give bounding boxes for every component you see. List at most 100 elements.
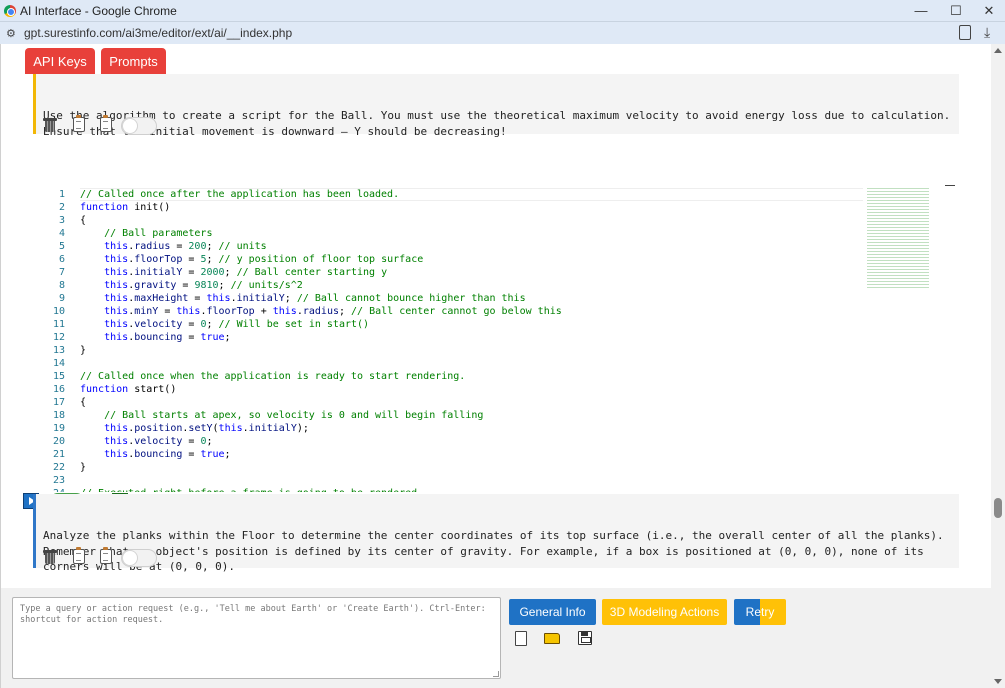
page-scrollbar[interactable] (991, 44, 1005, 688)
line-content[interactable]: this.radius = 200; // units (80, 240, 267, 253)
line-content[interactable]: // Ball parameters (80, 227, 212, 240)
close-button[interactable]: ✕ (972, 0, 1005, 22)
line-number: 18 (52, 410, 65, 421)
line-content[interactable]: { (80, 396, 86, 409)
prompt-text: Analyze the planks within the Floor to d… (43, 529, 944, 573)
line-number: 5 (58, 241, 65, 252)
message-toggle[interactable] (121, 549, 157, 567)
prompt-message: Analyze the planks within the Floor to d… (33, 494, 959, 573)
line-content[interactable]: { (80, 214, 86, 227)
scrollbar-thumb[interactable] (994, 498, 1002, 518)
code-lines[interactable]: 1 // Called once after the application ha… (33, 185, 863, 492)
line-content[interactable]: this.minY = this.floorTop + this.radius;… (80, 305, 562, 318)
code-minimap[interactable] (867, 188, 929, 288)
line-number: 1 (58, 189, 65, 200)
line-content[interactable]: this.velocity = 0; // Will be set in sta… (80, 318, 369, 331)
url-text[interactable]: gpt.surestinfo.com/ai3me/editor/ext/ai/_… (24, 26, 292, 40)
maximize-button[interactable]: ☐ (939, 0, 973, 22)
line-number: 15 (52, 371, 65, 382)
code-line[interactable]: 11 this.velocity = 0; // Will be set in … (33, 318, 863, 331)
conversation-area: Use the algorithm to create a script for… (13, 74, 980, 599)
code-line[interactable]: 7 this.initialY = 2000; // Ball center s… (33, 266, 863, 279)
line-content[interactable]: this.bouncing = true; (80, 331, 230, 344)
tab-api-keys[interactable]: API Keys (25, 48, 95, 75)
folder-icon[interactable] (544, 633, 560, 644)
code-line[interactable]: 3{ (33, 214, 863, 227)
line-content[interactable]: this.bouncing = true; (80, 448, 230, 461)
retry-button[interactable]: Retry (734, 599, 786, 625)
line-content[interactable]: function start() (80, 383, 176, 396)
message-toggle[interactable] (121, 117, 157, 135)
scroll-up-icon[interactable] (994, 48, 1002, 53)
code-line[interactable]: 10 this.minY = this.floorTop + this.radi… (33, 305, 863, 318)
trash-icon[interactable] (43, 550, 57, 564)
clipboard-icon[interactable] (73, 115, 85, 132)
save-icon[interactable] (578, 631, 592, 645)
line-content[interactable]: this.initialY = 2000; // Ball center sta… (80, 266, 387, 279)
line-number: 19 (52, 423, 65, 434)
minimap-slider[interactable] (945, 185, 955, 186)
line-content[interactable]: // Called once after the application has… (80, 188, 399, 201)
code-line[interactable]: 22} (33, 461, 863, 474)
clipboard-icon[interactable] (100, 547, 112, 564)
site-info-icon[interactable]: ⚙ (6, 27, 16, 40)
code-line[interactable]: 9 this.maxHeight = this.initialY; // Bal… (33, 292, 863, 305)
modeling-actions-button[interactable]: 3D Modeling Actions (602, 599, 727, 625)
code-line[interactable]: 1 // Called once after the application ha… (33, 188, 863, 201)
line-content[interactable]: this.position.setY(this.initialY); (80, 422, 309, 435)
code-line[interactable]: 12 this.bouncing = true; (33, 331, 863, 344)
download-icon[interactable]: ⤓ (984, 24, 990, 41)
line-number: 3 (58, 215, 65, 226)
code-line[interactable]: 8 this.gravity = 9810; // units/s^2 (33, 279, 863, 292)
window-title: AI Interface - Google Chrome (20, 4, 177, 18)
code-line[interactable]: 21 this.bouncing = true; (33, 448, 863, 461)
minimize-button[interactable]: — (904, 0, 938, 22)
line-content[interactable]: this.maxHeight = this.initialY; // Ball … (80, 292, 526, 305)
file-icon[interactable] (515, 631, 527, 646)
line-content[interactable]: this.velocity = 0; (80, 435, 212, 448)
general-info-button[interactable]: General Info (509, 599, 596, 625)
code-line[interactable]: 15 // Called once when the application is… (33, 370, 863, 383)
line-number: 10 (52, 306, 65, 317)
clipboard-icon[interactable] (100, 115, 112, 132)
page-body: API Keys Prompts Use the algorithm to cr… (0, 44, 992, 688)
tab-prompts[interactable]: Prompts (101, 48, 166, 75)
code-line[interactable]: 17 { (33, 396, 863, 409)
line-content[interactable]: this.gravity = 9810; // units/s^2 (80, 279, 303, 292)
message-actions (43, 115, 164, 136)
code-editor[interactable]: 1 // Called once after the application ha… (33, 185, 959, 492)
code-line[interactable]: 4 // Ball parameters (33, 227, 863, 240)
code-line[interactable]: 16 function start() (33, 383, 863, 396)
code-line[interactable]: 18 // Ball starts at apex, so velocity i… (33, 409, 863, 422)
address-bar: ⚙ gpt.surestinfo.com/ai3me/editor/ext/ai… (0, 22, 1005, 44)
line-number: 17 (52, 397, 65, 408)
line-number: 4 (58, 228, 65, 239)
line-number: 16 (52, 384, 65, 395)
line-content[interactable]: // Executed right before a frame is goin… (80, 487, 423, 492)
line-content[interactable]: // Ball starts at apex, so velocity is 0… (80, 409, 483, 422)
clipboard-icon[interactable] (73, 547, 85, 564)
line-content[interactable]: function init() (80, 201, 170, 214)
page-document-icon[interactable] (959, 25, 971, 40)
line-content[interactable]: // Called once when the application is r… (80, 370, 465, 383)
line-content[interactable]: } (80, 344, 86, 357)
code-line[interactable]: 13} (33, 344, 863, 357)
code-line[interactable]: 24 // Executed right before a frame is go… (33, 487, 863, 492)
code-line[interactable]: 20 this.velocity = 0; (33, 435, 863, 448)
trash-icon[interactable] (43, 118, 57, 132)
resize-handle[interactable] (493, 671, 499, 677)
code-line[interactable]: 19 this.position.setY(this.initialY); (33, 422, 863, 435)
code-line[interactable]: 2 function init() (33, 201, 863, 214)
line-content[interactable]: this.floorTop = 5; // y position of floo… (80, 253, 423, 266)
code-line[interactable]: 5 this.radius = 200; // units (33, 240, 863, 253)
code-line[interactable]: 14 (33, 357, 863, 370)
chrome-icon (4, 5, 16, 17)
input-panel: Type a query or action request (e.g., 'T… (1, 588, 992, 688)
message-actions (43, 547, 164, 568)
line-number: 7 (58, 267, 65, 278)
query-input[interactable]: Type a query or action request (e.g., 'T… (12, 597, 501, 679)
code-line[interactable]: 6 this.floorTop = 5; // y position of fl… (33, 253, 863, 266)
scroll-down-icon[interactable] (994, 679, 1002, 684)
line-content[interactable]: } (80, 461, 86, 474)
code-line[interactable]: 23 (33, 474, 863, 487)
